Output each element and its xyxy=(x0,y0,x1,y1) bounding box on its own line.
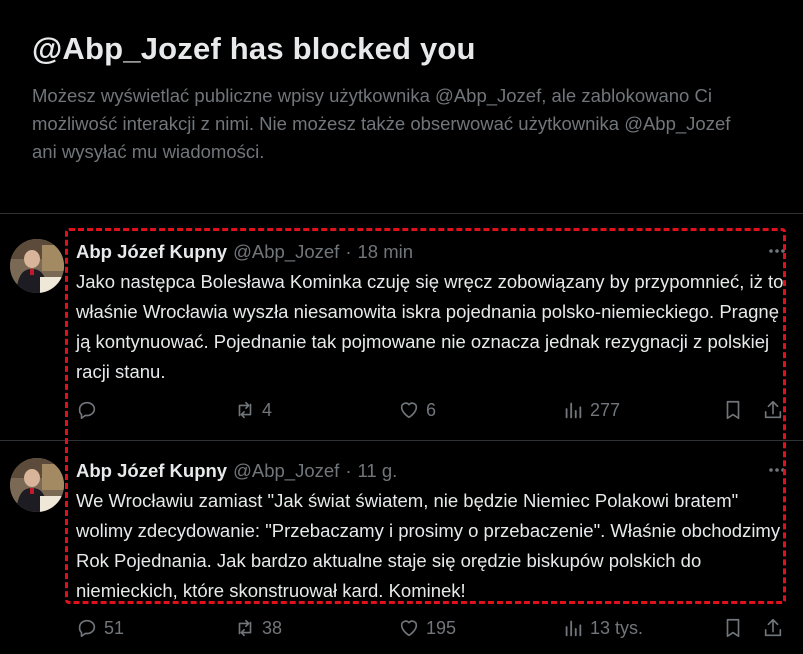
reply-icon xyxy=(78,619,96,638)
more-button[interactable] xyxy=(765,458,789,482)
bookmark-icon xyxy=(726,618,740,638)
blocked-description: Możesz wyświetlać publiczne wpisy użytko… xyxy=(32,85,731,162)
views-button[interactable]: 13 tys. xyxy=(562,615,643,641)
retweet-icon xyxy=(238,401,252,419)
like-button[interactable]: 6 xyxy=(398,397,436,423)
tweet-time[interactable]: 11 g. xyxy=(357,460,397,482)
avatar[interactable] xyxy=(10,239,64,293)
blocked-profile-page: @Abp_Jozef has blocked you Możesz wyświe… xyxy=(0,0,803,654)
views-icon xyxy=(565,620,582,637)
retweet-button[interactable]: 4 xyxy=(234,397,272,423)
bookmark-button[interactable] xyxy=(722,397,744,423)
tweet-body: Abp Józef Kupny @Abp_Jozef · 18 min Jako… xyxy=(76,239,793,387)
tweet-text: Jako następca Bolesława Kominka czuję si… xyxy=(76,271,784,382)
author-handle[interactable]: @Abp_Jozef xyxy=(233,460,339,482)
like-button[interactable]: 195 xyxy=(398,615,456,641)
retweet-count: 4 xyxy=(262,399,273,420)
tweet[interactable]: Abp Józef Kupny @Abp_Jozef · 11 g. We Wr… xyxy=(0,458,803,654)
reply-button[interactable]: 51 xyxy=(76,615,124,641)
avatar-image xyxy=(10,239,64,293)
tweet-actions: 51 38 195 13 tys. xyxy=(76,615,791,641)
retweet-button[interactable]: 38 xyxy=(234,615,282,641)
more-icon xyxy=(769,468,785,472)
divider xyxy=(0,213,803,214)
divider xyxy=(0,440,803,441)
reply-icon xyxy=(78,401,96,420)
share-icon xyxy=(764,618,782,637)
author-name[interactable]: Abp Józef Kupny xyxy=(76,460,227,482)
like-count: 195 xyxy=(426,617,457,638)
retweet-count: 38 xyxy=(262,617,283,638)
views-icon xyxy=(565,402,582,419)
tweet-text: We Wrocławiu zamiast "Jak świat światem,… xyxy=(76,490,781,601)
views-button[interactable]: 277 xyxy=(562,397,620,423)
more-button[interactable] xyxy=(765,239,789,263)
separator: · xyxy=(345,241,352,262)
avatar[interactable] xyxy=(10,458,64,512)
reply-button[interactable] xyxy=(76,397,104,423)
blocked-title: @Abp_Jozef has blocked you xyxy=(32,31,476,66)
views-count: 13 tys. xyxy=(590,617,644,638)
share-button[interactable] xyxy=(762,397,784,423)
more-icon xyxy=(769,249,785,253)
heart-icon xyxy=(400,402,418,419)
reply-count: 51 xyxy=(104,617,125,638)
author-handle[interactable]: @Abp_Jozef xyxy=(233,241,339,263)
blocked-notice: @Abp_Jozef has blocked you Możesz wyświe… xyxy=(32,30,773,166)
tweet-actions: 4 6 277 xyxy=(76,397,791,423)
bookmark-icon xyxy=(726,400,740,420)
like-count: 6 xyxy=(426,399,437,420)
separator: · xyxy=(345,460,352,481)
tweet-time[interactable]: 18 min xyxy=(357,241,413,263)
share-icon xyxy=(764,400,782,419)
tweet-header: Abp Józef Kupny @Abp_Jozef · 18 min xyxy=(76,239,793,265)
tweet[interactable]: Abp Józef Kupny @Abp_Jozef · 18 min Jako… xyxy=(0,236,803,440)
views-count: 277 xyxy=(590,399,621,420)
author-name[interactable]: Abp Józef Kupny xyxy=(76,241,227,263)
share-button[interactable] xyxy=(762,615,784,641)
heart-icon xyxy=(400,620,418,637)
tweet-header: Abp Józef Kupny @Abp_Jozef · 11 g. xyxy=(76,458,793,484)
retweet-icon xyxy=(238,619,252,637)
tweet-body: Abp Józef Kupny @Abp_Jozef · 11 g. We Wr… xyxy=(76,458,793,606)
bookmark-button[interactable] xyxy=(722,615,744,641)
avatar-image xyxy=(10,458,64,512)
